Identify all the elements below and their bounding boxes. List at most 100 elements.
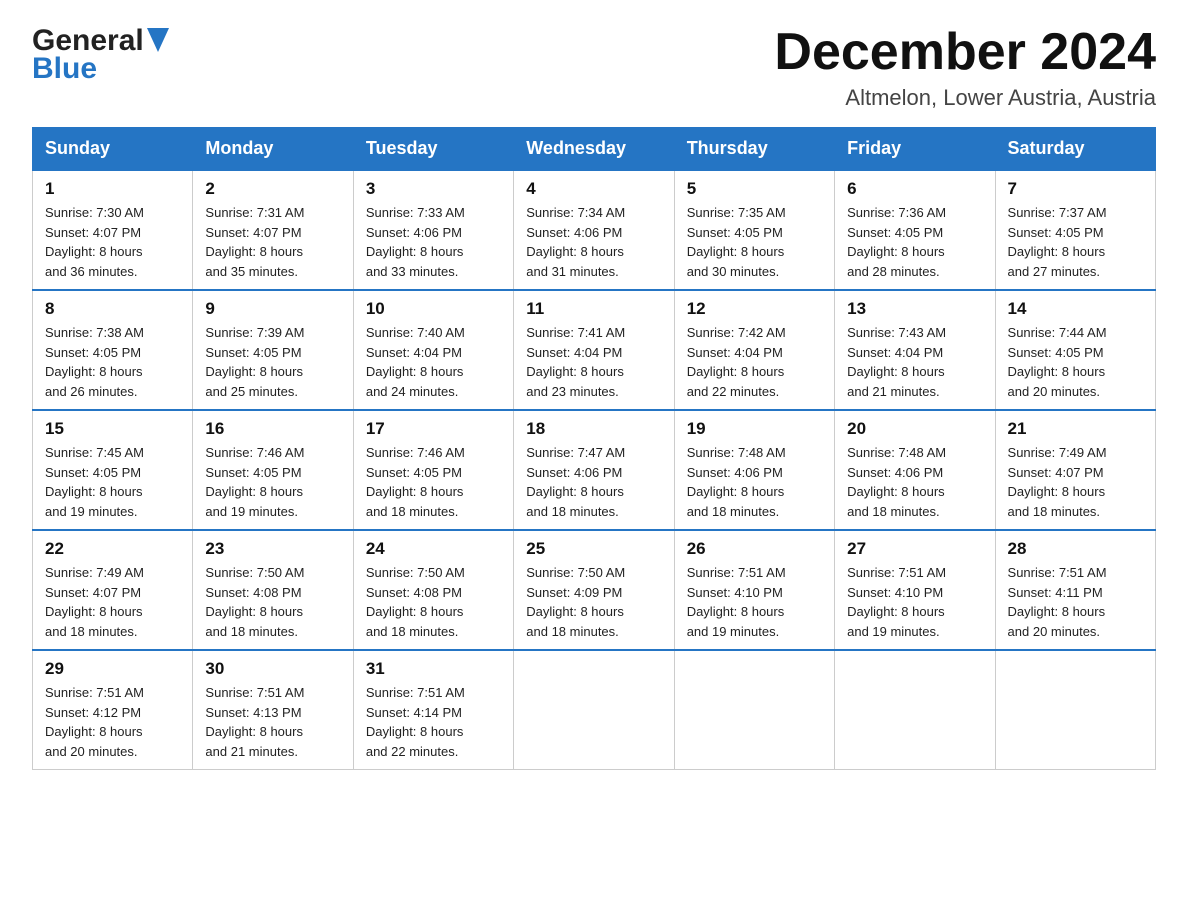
day-info: Sunrise: 7:46 AMSunset: 4:05 PMDaylight:… xyxy=(205,443,340,521)
day-info: Sunrise: 7:51 AMSunset: 4:14 PMDaylight:… xyxy=(366,683,501,761)
sunset-text: Sunset: 4:13 PM xyxy=(205,703,340,723)
sunset-text: Sunset: 4:05 PM xyxy=(847,223,982,243)
sunset-text: Sunset: 4:08 PM xyxy=(205,583,340,603)
daylight-text-1: Daylight: 8 hours xyxy=(847,482,982,502)
daylight-text-1: Daylight: 8 hours xyxy=(526,482,661,502)
sunset-text: Sunset: 4:10 PM xyxy=(847,583,982,603)
sunrise-text: Sunrise: 7:41 AM xyxy=(526,323,661,343)
day-info: Sunrise: 7:46 AMSunset: 4:05 PMDaylight:… xyxy=(366,443,501,521)
day-number: 14 xyxy=(1008,299,1143,319)
sunrise-text: Sunrise: 7:51 AM xyxy=(687,563,822,583)
month-title: December 2024 xyxy=(774,24,1156,81)
daylight-text-1: Daylight: 8 hours xyxy=(847,602,982,622)
daylight-text-2: and 19 minutes. xyxy=(205,502,340,522)
column-header-thursday: Thursday xyxy=(674,128,834,171)
daylight-text-2: and 18 minutes. xyxy=(847,502,982,522)
day-info: Sunrise: 7:51 AMSunset: 4:10 PMDaylight:… xyxy=(687,563,822,641)
daylight-text-2: and 20 minutes. xyxy=(45,742,180,762)
sunrise-text: Sunrise: 7:36 AM xyxy=(847,203,982,223)
sunset-text: Sunset: 4:05 PM xyxy=(687,223,822,243)
daylight-text-1: Daylight: 8 hours xyxy=(366,482,501,502)
sunrise-text: Sunrise: 7:49 AM xyxy=(45,563,180,583)
sunset-text: Sunset: 4:07 PM xyxy=(1008,463,1143,483)
daylight-text-1: Daylight: 8 hours xyxy=(526,362,661,382)
daylight-text-1: Daylight: 8 hours xyxy=(687,602,822,622)
calendar-cell: 19 Sunrise: 7:48 AMSunset: 4:06 PMDayligh… xyxy=(674,410,834,530)
day-info: Sunrise: 7:47 AMSunset: 4:06 PMDaylight:… xyxy=(526,443,661,521)
calendar-cell: 8 Sunrise: 7:38 AMSunset: 4:05 PMDaylight… xyxy=(33,290,193,410)
day-info: Sunrise: 7:42 AMSunset: 4:04 PMDaylight:… xyxy=(687,323,822,401)
sunrise-text: Sunrise: 7:51 AM xyxy=(205,683,340,703)
sunrise-text: Sunrise: 7:40 AM xyxy=(366,323,501,343)
sunrise-text: Sunrise: 7:50 AM xyxy=(205,563,340,583)
day-number: 23 xyxy=(205,539,340,559)
calendar-cell: 11 Sunrise: 7:41 AMSunset: 4:04 PMDayligh… xyxy=(514,290,674,410)
day-number: 22 xyxy=(45,539,180,559)
day-info: Sunrise: 7:34 AMSunset: 4:06 PMDaylight:… xyxy=(526,203,661,281)
sunrise-text: Sunrise: 7:42 AM xyxy=(687,323,822,343)
sunrise-text: Sunrise: 7:31 AM xyxy=(205,203,340,223)
day-info: Sunrise: 7:51 AMSunset: 4:11 PMDaylight:… xyxy=(1008,563,1143,641)
sunrise-text: Sunrise: 7:44 AM xyxy=(1008,323,1143,343)
day-number: 1 xyxy=(45,179,180,199)
day-info: Sunrise: 7:30 AMSunset: 4:07 PMDaylight:… xyxy=(45,203,180,281)
daylight-text-2: and 21 minutes. xyxy=(847,382,982,402)
day-number: 4 xyxy=(526,179,661,199)
column-header-monday: Monday xyxy=(193,128,353,171)
sunset-text: Sunset: 4:05 PM xyxy=(205,343,340,363)
day-info: Sunrise: 7:41 AMSunset: 4:04 PMDaylight:… xyxy=(526,323,661,401)
daylight-text-2: and 25 minutes. xyxy=(205,382,340,402)
week-row-3: 15Sunrise: 7:45 AMSunset: 4:05 PMDayligh… xyxy=(33,410,1156,530)
day-number: 19 xyxy=(687,419,822,439)
calendar-cell xyxy=(995,650,1155,770)
day-number: 11 xyxy=(526,299,661,319)
sunset-text: Sunset: 4:09 PM xyxy=(526,583,661,603)
day-info: Sunrise: 7:51 AMSunset: 4:13 PMDaylight:… xyxy=(205,683,340,761)
week-row-1: 1 Sunrise: 7:30 AMSunset: 4:07 PMDaylight… xyxy=(33,170,1156,290)
daylight-text-2: and 22 minutes. xyxy=(366,742,501,762)
calendar-cell: 5Sunrise: 7:35 AMSunset: 4:05 PMDaylight… xyxy=(674,170,834,290)
sunrise-text: Sunrise: 7:35 AM xyxy=(687,203,822,223)
day-number: 16 xyxy=(205,419,340,439)
sunset-text: Sunset: 4:05 PM xyxy=(45,463,180,483)
daylight-text-1: Daylight: 8 hours xyxy=(1008,242,1143,262)
sunrise-text: Sunrise: 7:51 AM xyxy=(366,683,501,703)
sunrise-text: Sunrise: 7:30 AM xyxy=(45,203,180,223)
sunset-text: Sunset: 4:05 PM xyxy=(45,343,180,363)
day-info: Sunrise: 7:50 AMSunset: 4:09 PMDaylight:… xyxy=(526,563,661,641)
day-number: 8 xyxy=(45,299,180,319)
daylight-text-2: and 18 minutes. xyxy=(205,622,340,642)
daylight-text-2: and 18 minutes. xyxy=(1008,502,1143,522)
daylight-text-2: and 18 minutes. xyxy=(45,622,180,642)
calendar-cell: 26Sunrise: 7:51 AMSunset: 4:10 PMDayligh… xyxy=(674,530,834,650)
calendar-cell: 17 Sunrise: 7:46 AMSunset: 4:05 PMDayligh… xyxy=(353,410,513,530)
daylight-text-2: and 36 minutes. xyxy=(45,262,180,282)
day-info: Sunrise: 7:50 AMSunset: 4:08 PMDaylight:… xyxy=(366,563,501,641)
daylight-text-1: Daylight: 8 hours xyxy=(205,602,340,622)
daylight-text-1: Daylight: 8 hours xyxy=(1008,602,1143,622)
day-number: 27 xyxy=(847,539,982,559)
sunrise-text: Sunrise: 7:50 AM xyxy=(526,563,661,583)
calendar-cell: 22Sunrise: 7:49 AMSunset: 4:07 PMDayligh… xyxy=(33,530,193,650)
day-info: Sunrise: 7:38 AMSunset: 4:05 PMDaylight:… xyxy=(45,323,180,401)
calendar-cell: 14Sunrise: 7:44 AMSunset: 4:05 PMDayligh… xyxy=(995,290,1155,410)
daylight-text-2: and 27 minutes. xyxy=(1008,262,1143,282)
calendar-cell: 4 Sunrise: 7:34 AMSunset: 4:06 PMDaylight… xyxy=(514,170,674,290)
sunrise-text: Sunrise: 7:50 AM xyxy=(366,563,501,583)
calendar-cell: 2Sunrise: 7:31 AMSunset: 4:07 PMDaylight… xyxy=(193,170,353,290)
sunset-text: Sunset: 4:06 PM xyxy=(687,463,822,483)
daylight-text-1: Daylight: 8 hours xyxy=(205,482,340,502)
column-header-saturday: Saturday xyxy=(995,128,1155,171)
daylight-text-2: and 20 minutes. xyxy=(1008,622,1143,642)
daylight-text-2: and 18 minutes. xyxy=(526,622,661,642)
sunset-text: Sunset: 4:07 PM xyxy=(45,583,180,603)
daylight-text-2: and 31 minutes. xyxy=(526,262,661,282)
daylight-text-1: Daylight: 8 hours xyxy=(45,482,180,502)
calendar-cell: 7Sunrise: 7:37 AMSunset: 4:05 PMDaylight… xyxy=(995,170,1155,290)
day-number: 2 xyxy=(205,179,340,199)
day-info: Sunrise: 7:48 AMSunset: 4:06 PMDaylight:… xyxy=(687,443,822,521)
day-number: 17 xyxy=(366,419,501,439)
day-number: 25 xyxy=(526,539,661,559)
calendar-cell: 24Sunrise: 7:50 AMSunset: 4:08 PMDayligh… xyxy=(353,530,513,650)
daylight-text-2: and 30 minutes. xyxy=(687,262,822,282)
